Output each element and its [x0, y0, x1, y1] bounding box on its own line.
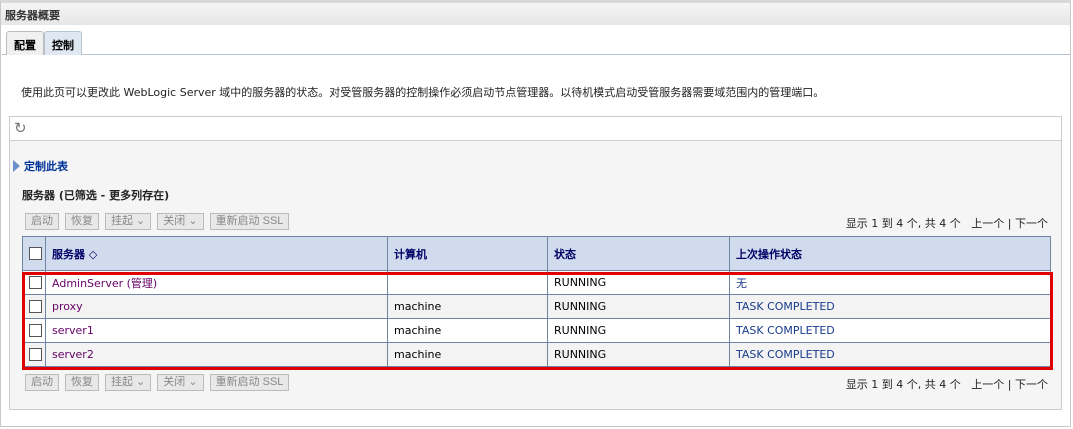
row-select-cell: [22, 318, 46, 343]
last-action-cell: TASK COMPLETED: [729, 318, 1051, 343]
servers-panel: ↻ 定制此表 服务器 (已筛选 - 更多列存在) 启动 恢复 挂起 ⌄ 关闭 ⌄…: [9, 116, 1062, 410]
tab-configuration[interactable]: 配置: [6, 31, 44, 55]
expand-triangle-icon: [13, 160, 20, 172]
pager-top: 显示 1 到 4 个, 共 4 个 上一个 | 下一个: [846, 215, 1048, 231]
column-server[interactable]: 服务器 ◇: [45, 236, 388, 271]
table-row: server2 machine RUNNING TASK COMPLETED: [22, 342, 1051, 367]
machine-cell: machine: [387, 294, 548, 319]
row-checkbox[interactable]: [29, 300, 42, 314]
restart-ssl-button[interactable]: 重新启动 SSL: [209, 374, 290, 391]
start-button[interactable]: 启动: [25, 213, 59, 230]
tab-control[interactable]: 控制: [44, 31, 82, 55]
suspend-button[interactable]: 挂起 ⌄: [105, 374, 152, 391]
pager-separator: |: [1007, 378, 1012, 391]
last-action-cell: TASK COMPLETED: [729, 294, 1051, 319]
column-last-action[interactable]: 上次操作状态: [729, 236, 1051, 271]
machine-cell: machine: [387, 318, 548, 343]
tab-bar: 配置 控制: [2, 29, 1070, 55]
shutdown-button[interactable]: 关闭 ⌄: [157, 213, 204, 230]
pager-info: 显示 1 到 4 个, 共 4 个: [845, 378, 961, 391]
customize-label: 定制此表: [24, 160, 68, 173]
shutdown-button[interactable]: 关闭 ⌄: [157, 374, 204, 391]
next-link[interactable]: 下一个: [1015, 217, 1048, 230]
table-title: 服务器 (已筛选 - 更多列存在): [22, 189, 170, 202]
row-select-cell: [22, 294, 46, 319]
pager-separator: |: [1007, 217, 1012, 230]
suspend-button[interactable]: 挂起 ⌄: [105, 213, 152, 230]
top-button-row: 启动 恢复 挂起 ⌄ 关闭 ⌄ 重新启动 SSL: [25, 213, 290, 230]
page-title: 服务器概要: [1, 3, 1070, 25]
select-all-header: [22, 236, 46, 271]
row-checkbox[interactable]: [29, 276, 42, 290]
start-button[interactable]: 启动: [25, 374, 59, 391]
panel-toolbar: ↻: [10, 117, 1061, 141]
row-checkbox[interactable]: [29, 324, 42, 338]
select-all-checkbox[interactable]: [29, 247, 42, 261]
pager-info: 显示 1 到 4 个, 共 4 个: [845, 217, 961, 230]
row-select-cell: [22, 342, 46, 367]
next-link[interactable]: 下一个: [1015, 378, 1048, 391]
page-description: 使用此页可以更改此 WebLogic Server 域中的服务器的状态。对受管服…: [21, 86, 825, 99]
last-action-cell: TASK COMPLETED: [729, 342, 1051, 367]
column-state[interactable]: 状态: [547, 236, 730, 271]
row-checkbox[interactable]: [29, 348, 42, 362]
state-cell: RUNNING: [547, 318, 730, 343]
server-link[interactable]: server2: [45, 342, 388, 367]
machine-cell: machine: [387, 342, 548, 367]
state-cell: RUNNING: [547, 270, 730, 295]
state-cell: RUNNING: [547, 342, 730, 367]
server-link[interactable]: server1: [45, 318, 388, 343]
servers-table: 服务器 ◇ 计算机 状态 上次操作状态 AdminServer (管理) RUN…: [22, 236, 1051, 367]
resume-button[interactable]: 恢复: [65, 213, 99, 230]
restart-ssl-button[interactable]: 重新启动 SSL: [209, 213, 290, 230]
pager-bottom: 显示 1 到 4 个, 共 4 个 上一个 | 下一个: [846, 376, 1048, 392]
resume-button[interactable]: 恢复: [65, 374, 99, 391]
bottom-button-row: 启动 恢复 挂起 ⌄ 关闭 ⌄ 重新启动 SSL: [25, 374, 290, 391]
last-action-cell: 无: [729, 270, 1051, 295]
table-row: server1 machine RUNNING TASK COMPLETED: [22, 318, 1051, 343]
column-machine[interactable]: 计算机: [387, 236, 548, 271]
table-row: proxy machine RUNNING TASK COMPLETED: [22, 294, 1051, 319]
prev-link[interactable]: 上一个: [971, 217, 1004, 230]
table-header: 服务器 ◇ 计算机 状态 上次操作状态: [22, 236, 1051, 271]
machine-cell: [387, 270, 548, 295]
table-row: AdminServer (管理) RUNNING 无: [22, 270, 1051, 295]
server-link[interactable]: proxy: [45, 294, 388, 319]
server-link[interactable]: AdminServer (管理): [45, 270, 388, 295]
row-select-cell: [22, 270, 46, 295]
customize-table-link[interactable]: 定制此表: [13, 158, 68, 174]
prev-link[interactable]: 上一个: [971, 378, 1004, 391]
refresh-icon[interactable]: ↻: [14, 119, 27, 137]
state-cell: RUNNING: [547, 294, 730, 319]
